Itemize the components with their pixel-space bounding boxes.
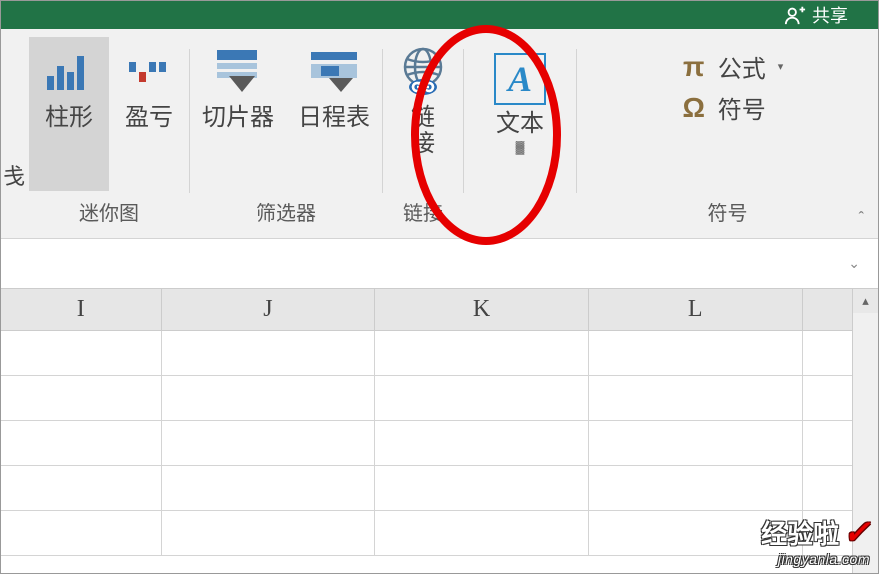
cell[interactable] (1, 466, 162, 510)
ribbon: 戋 柱形 (1, 29, 878, 239)
text-button[interactable]: A 文本 ▓ (464, 37, 576, 197)
cell[interactable] (162, 466, 376, 510)
formula-bar[interactable]: ⌄ (1, 239, 878, 289)
cell[interactable] (589, 511, 803, 555)
cell[interactable] (375, 466, 589, 510)
column-header[interactable]: I (1, 289, 162, 330)
title-bar: 共享 (1, 1, 878, 29)
table-row (1, 466, 878, 511)
symbol-label: 符号 (718, 90, 766, 125)
cell[interactable] (375, 331, 589, 375)
cell[interactable] (162, 511, 376, 555)
omega-icon: Ω (678, 92, 710, 124)
winloss-sparkline-button[interactable]: 盈亏 (109, 37, 189, 191)
cell[interactable] (375, 376, 589, 420)
chevron-down-icon: ▾ (778, 60, 784, 73)
chevron-down-icon: ▓ (496, 141, 544, 154)
column-header[interactable]: K (375, 289, 589, 330)
column-sparkline-button[interactable]: 柱形 (29, 37, 109, 191)
equation-label: 公式 (718, 49, 766, 84)
winloss-sparkline-icon (121, 43, 177, 99)
table-row (1, 331, 878, 376)
timeline-label: 日程表 (298, 105, 370, 131)
cell[interactable] (162, 421, 376, 465)
cell[interactable] (589, 376, 803, 420)
column-header[interactable]: L (589, 289, 803, 330)
expand-formula-icon[interactable]: ⌄ (848, 255, 860, 272)
winloss-label: 盈亏 (125, 105, 173, 131)
symbols-group-label: 符号 (708, 191, 748, 234)
slicer-label: 切片器 (202, 105, 274, 131)
share-label: 共享 (812, 2, 848, 28)
filters-group-label: 筛选器 (256, 191, 316, 234)
cell[interactable] (1, 331, 162, 375)
pi-icon: π (678, 51, 710, 83)
symbol-button[interactable]: Ω 符号 (678, 90, 784, 125)
cell[interactable] (1, 511, 162, 555)
vertical-scrollbar[interactable]: ▴ (852, 289, 878, 573)
spreadsheet-grid: I J K L (1, 289, 878, 573)
cell[interactable] (589, 466, 803, 510)
text-icon: A (494, 53, 546, 105)
cell[interactable] (162, 376, 376, 420)
cell[interactable] (162, 331, 376, 375)
hyperlink-label: 链 接 (411, 105, 435, 158)
cell[interactable] (1, 376, 162, 420)
timeline-button[interactable]: 日程表 (286, 37, 382, 191)
cell[interactable] (589, 331, 803, 375)
share-button[interactable]: 共享 (784, 2, 848, 28)
sparklines-group-label: 迷你图 (79, 191, 139, 234)
hyperlink-icon (395, 43, 451, 99)
slicer-button[interactable]: 切片器 (190, 37, 286, 191)
table-row (1, 511, 878, 556)
cell[interactable] (1, 421, 162, 465)
share-icon (784, 4, 806, 26)
cell[interactable] (589, 421, 803, 465)
column-header[interactable]: J (162, 289, 376, 330)
grid-rows[interactable] (1, 331, 878, 573)
column-label: 柱形 (45, 105, 93, 131)
text-label: 文本 ▓ (496, 111, 544, 155)
equation-button[interactable]: π 公式 ▾ (678, 49, 784, 84)
slicer-icon (210, 43, 266, 99)
timeline-icon (306, 43, 362, 99)
column-headers: I J K L (1, 289, 878, 331)
column-sparkline-icon (41, 43, 97, 99)
collapse-ribbon-button[interactable]: ˆ (859, 210, 864, 228)
hyperlink-button[interactable]: 链 接 (383, 37, 463, 191)
scroll-up-icon[interactable]: ▴ (853, 289, 878, 313)
cell[interactable] (375, 511, 589, 555)
links-group-label: 链接 (403, 191, 443, 234)
table-row (1, 421, 878, 466)
cell[interactable] (375, 421, 589, 465)
table-row (1, 376, 878, 421)
